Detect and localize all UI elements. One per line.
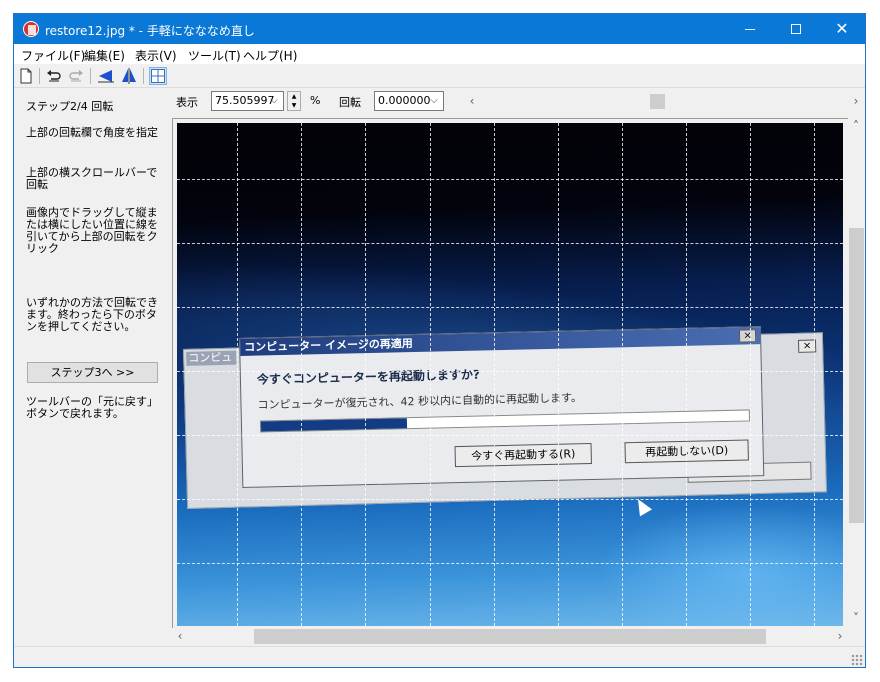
menu-file[interactable]: ファイル(F) — [21, 47, 85, 64]
photo-dialog-message: コンピューターが復元され、42 秒以内に自動的に再起動します。 — [257, 391, 583, 412]
photo-progress-bar — [259, 409, 751, 433]
resize-grip-icon[interactable] — [851, 654, 863, 666]
grid-line — [558, 123, 559, 626]
flip-vertical-button[interactable] — [120, 67, 138, 85]
menu-tools[interactable]: ツール(T) — [188, 47, 241, 64]
flip-horizontal-button[interactable] — [97, 67, 115, 85]
maximize-icon — [791, 24, 801, 34]
instruction-scrollbar: 上部の横スクロールバーで回転 — [26, 166, 158, 191]
menu-help[interactable]: ヘルプ(H) — [243, 47, 297, 64]
photo-background-dialog-title: コンピュータ — [186, 350, 237, 366]
minimize-icon — [745, 29, 755, 30]
undo-button[interactable] — [45, 67, 63, 85]
scroll-right-icon[interactable]: › — [832, 628, 848, 645]
grid-line — [177, 371, 843, 372]
app-window: restore12.jpg * - 手軽になななめ直し ✕ ファイル(F) 編集… — [13, 13, 866, 668]
instruction-rotate-field: 上部の回転欄で角度を指定 — [26, 126, 158, 139]
minimize-button[interactable] — [727, 14, 773, 44]
photo-progress-fill — [260, 418, 408, 432]
toolbar-separator — [39, 68, 40, 84]
view-controls: 表示 75.505997 ⌵ ▲ ▼ % 回転 0.000000 ⌵ ‹ › — [171, 89, 865, 113]
menu-view[interactable]: 表示(V) — [135, 47, 177, 64]
scroll-right-icon[interactable]: › — [848, 93, 864, 110]
grid-line — [430, 123, 431, 626]
menu-edit[interactable]: 編集(E) — [84, 47, 125, 64]
scroll-left-icon[interactable]: ‹ — [464, 93, 480, 110]
spin-down-icon[interactable]: ▼ — [288, 101, 300, 110]
grid-line — [365, 123, 366, 626]
instruction-finish: いずれかの方法で回転できます。終わったら下のボタンを押してください。 — [26, 296, 158, 333]
grid-icon — [151, 69, 165, 83]
photo[interactable]: コンピュータ × 閉じる コンピューター イメージの再適用 × 今すぐコンピュー… — [177, 123, 843, 626]
rotation-scrollbar[interactable]: ‹ › — [464, 93, 864, 110]
grid-line — [494, 123, 495, 626]
horizontal-scroll-thumb[interactable] — [254, 629, 766, 644]
wallpaper-glow — [597, 503, 843, 626]
grid-line — [177, 435, 843, 436]
grid-line — [622, 123, 623, 626]
new-document-icon — [20, 68, 32, 84]
rotate-value: 0.000000 — [378, 94, 431, 107]
zoom-unit: % — [310, 94, 321, 107]
toolbar-separator — [143, 68, 144, 84]
undo-note: ツールバーの「元に戻す」ボタンで戻れます。 — [26, 395, 158, 420]
rotate-label: 回転 — [339, 96, 361, 109]
scroll-left-icon[interactable]: ‹ — [172, 628, 188, 645]
title-bar[interactable]: restore12.jpg * - 手軽になななめ直し ✕ — [14, 14, 865, 44]
photo-dialog-close-icon: × — [738, 329, 757, 343]
grid-line — [177, 307, 843, 308]
grid-line — [750, 123, 751, 626]
grid-line — [686, 123, 687, 626]
vertical-scroll-thumb[interactable] — [849, 228, 864, 523]
status-bar — [14, 646, 865, 667]
app-icon[interactable] — [23, 21, 39, 37]
flip-vertical-icon — [122, 68, 136, 84]
grid-line — [177, 499, 843, 500]
grid-line — [237, 123, 238, 626]
undo-icon — [47, 70, 61, 82]
toolbar-separator — [90, 68, 91, 84]
grid-toggle-button[interactable] — [149, 67, 167, 85]
zoom-dropdown-icon[interactable]: ⌵ — [266, 91, 282, 111]
zoom-spinner[interactable]: ▲ ▼ — [287, 91, 301, 111]
grid-line — [814, 123, 815, 626]
flip-horizontal-icon — [98, 70, 114, 83]
photo-restart-now-button: 今すぐ再起動する(R) — [454, 443, 592, 468]
rotation-scroll-thumb[interactable] — [650, 94, 665, 109]
menu-bar: ファイル(F) 編集(E) 表示(V) ツール(T) ヘルプ(H) — [14, 44, 865, 64]
next-step-button[interactable]: ステップ3へ >> — [27, 362, 158, 383]
horizontal-scrollbar[interactable]: ‹ › — [172, 628, 849, 645]
spin-up-icon[interactable]: ▲ — [288, 92, 300, 101]
zoom-label: 表示 — [176, 96, 198, 109]
grid-line — [177, 179, 843, 180]
instruction-drag-line: 画像内でドラッグして縦または横にしたい位置に線を引いてから上部の回転をクリック — [26, 206, 158, 255]
vertical-scrollbar[interactable]: ˄ ˅ — [848, 118, 865, 643]
window-title: restore12.jpg * - 手軽になななめ直し — [45, 24, 255, 38]
redo-icon — [69, 70, 83, 82]
instructions-panel: ステップ2/4 回転 上部の回転欄で角度を指定 上部の横スクロールバーで回転 画… — [14, 89, 171, 646]
new-document-button[interactable] — [17, 67, 35, 85]
rotate-dropdown-icon[interactable]: ⌵ — [426, 91, 442, 111]
grid-line — [177, 563, 843, 564]
grid-line — [177, 243, 843, 244]
scroll-down-icon[interactable]: ˅ — [848, 610, 864, 627]
image-canvas[interactable]: コンピュータ × 閉じる コンピューター イメージの再適用 × 今すぐコンピュー… — [172, 118, 849, 643]
maximize-button[interactable] — [773, 14, 819, 44]
close-icon: ✕ — [835, 19, 849, 38]
redo-button[interactable] — [67, 67, 85, 85]
grid-line — [301, 123, 302, 626]
scroll-up-icon[interactable]: ˄ — [848, 118, 864, 135]
toolbar — [14, 64, 865, 88]
step-label: ステップ2/4 回転 — [26, 100, 114, 113]
photo-dialog-heading: 今すぐコンピューターを再起動しますか? — [256, 367, 481, 387]
close-button[interactable]: ✕ — [819, 14, 865, 44]
